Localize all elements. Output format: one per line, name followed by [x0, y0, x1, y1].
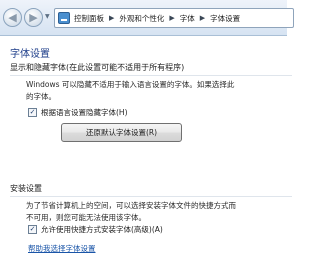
back-arrow-icon[interactable]: ◀ [3, 8, 22, 27]
control-panel-icon [58, 12, 70, 24]
description-line: Windows 可以隐藏不适用于输入语言设置的字体。如果选择此 [26, 80, 235, 89]
forward-arrow-icon[interactable]: ▶ [24, 8, 43, 27]
breadcrumb-separator-icon[interactable]: ▶ [200, 14, 205, 22]
page-title: 字体设置 [10, 49, 50, 60]
breadcrumb-appearance[interactable]: 外观和个性化 [119, 13, 164, 24]
navigation-bar: ◀ ▶ ▼ 控制面板 ▶ 外观和个性化 ▶ 字体 ▶ 字体设置 [0, 0, 294, 36]
section-heading-hide-fonts: 显示和隐藏字体(在此设置可能不适用于所有程序) [10, 63, 185, 72]
content-pane: 字体设置 显示和隐藏字体(在此设置可能不适用于所有程序) Windows 可以隐… [0, 36, 292, 258]
shortcut-install-checkbox[interactable]: ✓ [28, 225, 37, 234]
address-bar[interactable]: 控制面板 ▶ 外观和个性化 ▶ 字体 ▶ 字体设置 [54, 8, 294, 28]
breadcrumb-separator-icon[interactable]: ▶ [109, 14, 114, 22]
description-line: 为了节省计算机上的空间，可以选择安装字体文件的快捷方式而 [26, 201, 236, 210]
section-divider [10, 75, 292, 76]
description-line: 不可用，则您可能无法使用该字体。 [26, 213, 146, 222]
restore-default-font-settings-button[interactable]: 还原默认字体设置(R) [61, 123, 182, 142]
section-description-hide-fonts: Windows 可以隐藏不适用于输入语言设置的字体。如果选择此 的字体。 [26, 79, 234, 103]
section-divider [10, 196, 292, 197]
breadcrumb-fonts[interactable]: 字体 [180, 13, 195, 24]
help-choose-font-settings-link[interactable]: 帮助我选择字体设置 [28, 243, 96, 254]
section-heading-install: 安装设置 [10, 184, 42, 193]
shortcut-install-checkbox-row[interactable]: ✓ 允许使用快捷方式安装字体(高级)(A) [28, 224, 163, 235]
hide-fonts-checkbox-row[interactable]: ✓ 根据语言设置隐藏字体(H) [28, 107, 128, 118]
section-description-install: 为了节省计算机上的空间，可以选择安装字体文件的快捷方式而 不可用，则您可能无法使… [26, 200, 236, 224]
breadcrumb-separator-icon[interactable]: ▶ [169, 14, 174, 22]
breadcrumb-font-settings[interactable]: 字体设置 [210, 13, 240, 24]
hide-fonts-checkbox-label[interactable]: 根据语言设置隐藏字体(H) [41, 107, 128, 118]
hide-fonts-checkbox[interactable]: ✓ [28, 108, 37, 117]
history-dropdown-icon[interactable]: ▼ [45, 13, 50, 20]
breadcrumb-control-panel[interactable]: 控制面板 [74, 13, 104, 24]
description-line: 的字体。 [26, 92, 56, 101]
shortcut-install-checkbox-label[interactable]: 允许使用快捷方式安装字体(高级)(A) [41, 224, 163, 235]
breadcrumb: 控制面板 ▶ 外观和个性化 ▶ 字体 ▶ 字体设置 [74, 9, 240, 27]
